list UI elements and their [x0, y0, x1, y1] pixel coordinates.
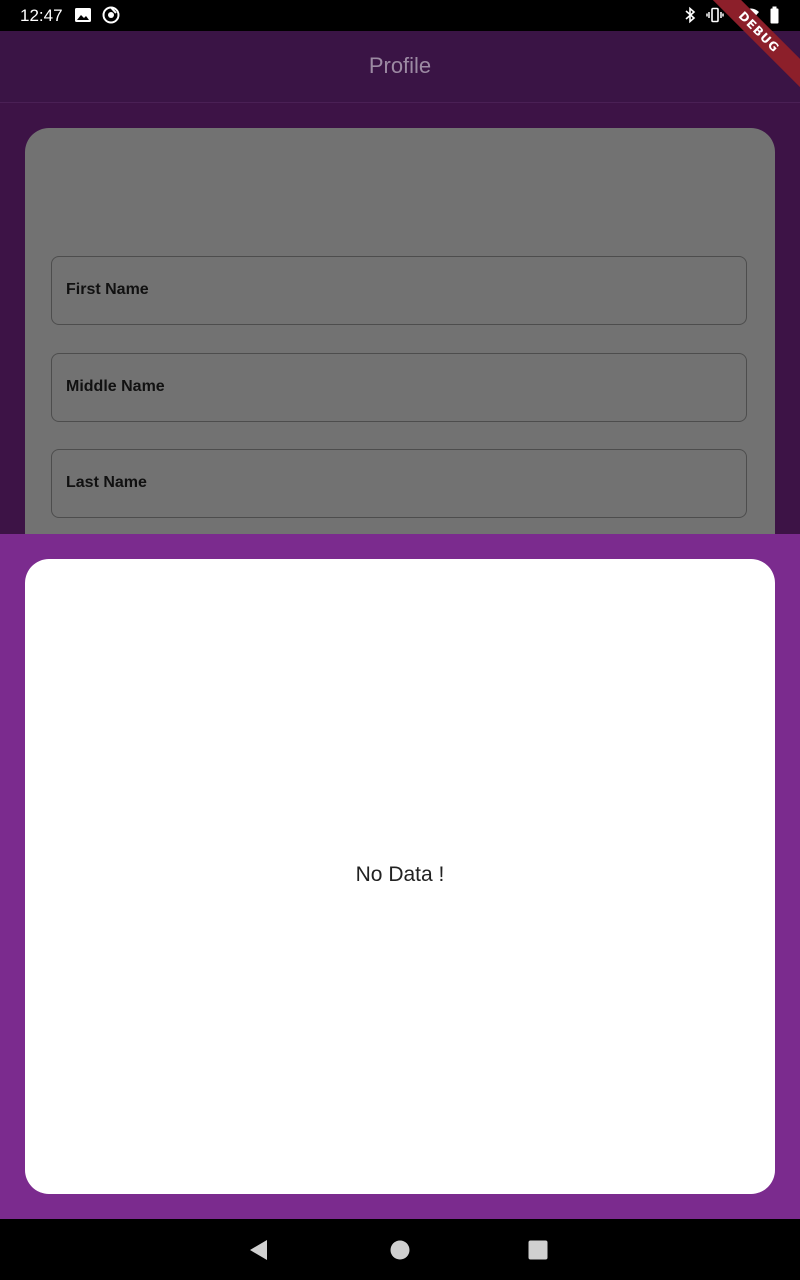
- middle-name-label: Middle Name: [66, 378, 165, 395]
- last-name-label: Last Name: [66, 474, 147, 491]
- last-name-field[interactable]: Last Name: [51, 449, 747, 518]
- empty-state-message: No Data !: [355, 863, 445, 886]
- debug-banner: DEBUG: [690, 0, 800, 110]
- status-time: 12:47: [20, 6, 63, 25]
- sheet-card: No Data !: [25, 559, 775, 1194]
- home-icon[interactable]: [389, 1239, 411, 1261]
- app-screen: 12:47 DEBUG Profile First Name Middle Na…: [0, 0, 800, 1280]
- app-bar: Profile: [0, 31, 800, 103]
- page-title: Profile: [368, 53, 432, 78]
- sync-icon: [102, 6, 120, 24]
- status-bar: 12:47: [0, 0, 800, 31]
- bottom-sheet[interactable]: No Data !: [0, 534, 800, 1219]
- back-icon[interactable]: [248, 1239, 270, 1261]
- middle-name-field[interactable]: Middle Name: [51, 353, 747, 422]
- first-name-field[interactable]: First Name: [51, 256, 747, 325]
- first-name-label: First Name: [66, 281, 149, 298]
- debug-label: DEBUG: [698, 0, 800, 93]
- recents-icon[interactable]: [527, 1239, 549, 1261]
- navigation-bar: [0, 1219, 800, 1280]
- image-icon: [74, 6, 92, 24]
